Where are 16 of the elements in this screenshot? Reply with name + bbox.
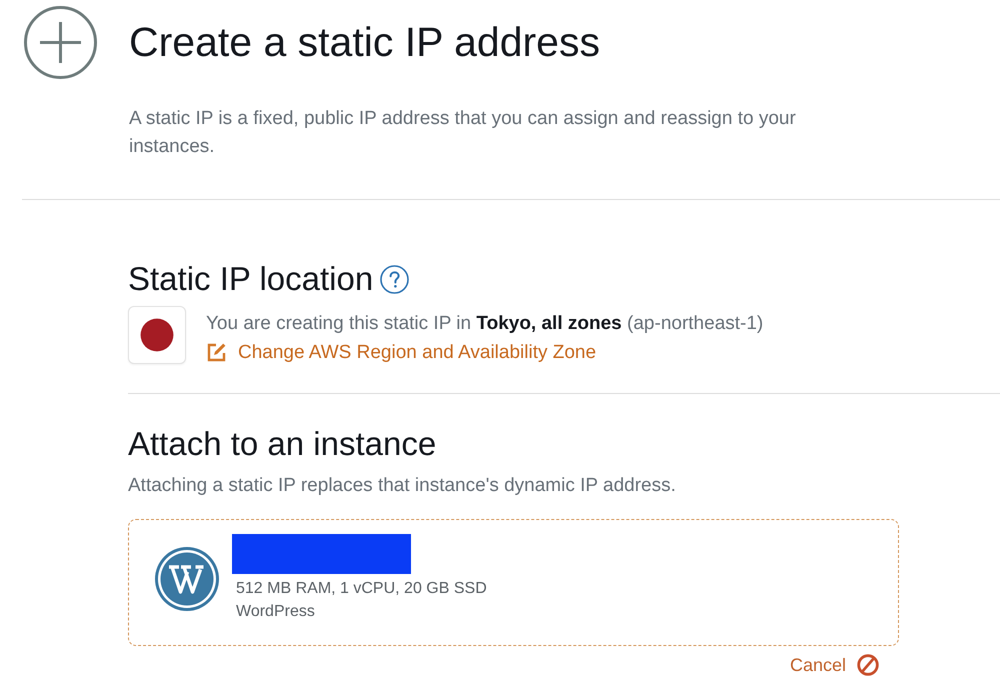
cancel-link[interactable]: Cancel <box>790 653 879 677</box>
cancel-icon <box>857 654 879 676</box>
plus-circle-icon <box>24 6 97 79</box>
change-region-link[interactable]: Change AWS Region and Availability Zone <box>206 338 596 367</box>
logo-icon <box>155 546 219 610</box>
flag-icon <box>128 306 186 364</box>
help-icon[interactable] <box>380 264 410 294</box>
section-description: Attaching a static IP replaces that instance's dynamic IP address. <box>128 474 677 498</box>
location-text: You are creating this static IP in Tokyo, all zones (ap-northeast-1) <box>206 312 764 336</box>
edit-icon <box>206 342 227 363</box>
page-description: A static IP is a fixed, public IP address that you can assign and reassign to your instances. <box>129 107 797 159</box>
section-heading: Static IP location <box>128 259 374 299</box>
instance-blueprint: WordPress <box>236 602 316 622</box>
section-heading: Attach to an instance <box>128 424 438 464</box>
instance-specs: 512 MB RAM, 1 vCPU, 20 GB SSD <box>236 579 487 599</box>
page-title: Create a static IP address <box>129 18 600 66</box>
